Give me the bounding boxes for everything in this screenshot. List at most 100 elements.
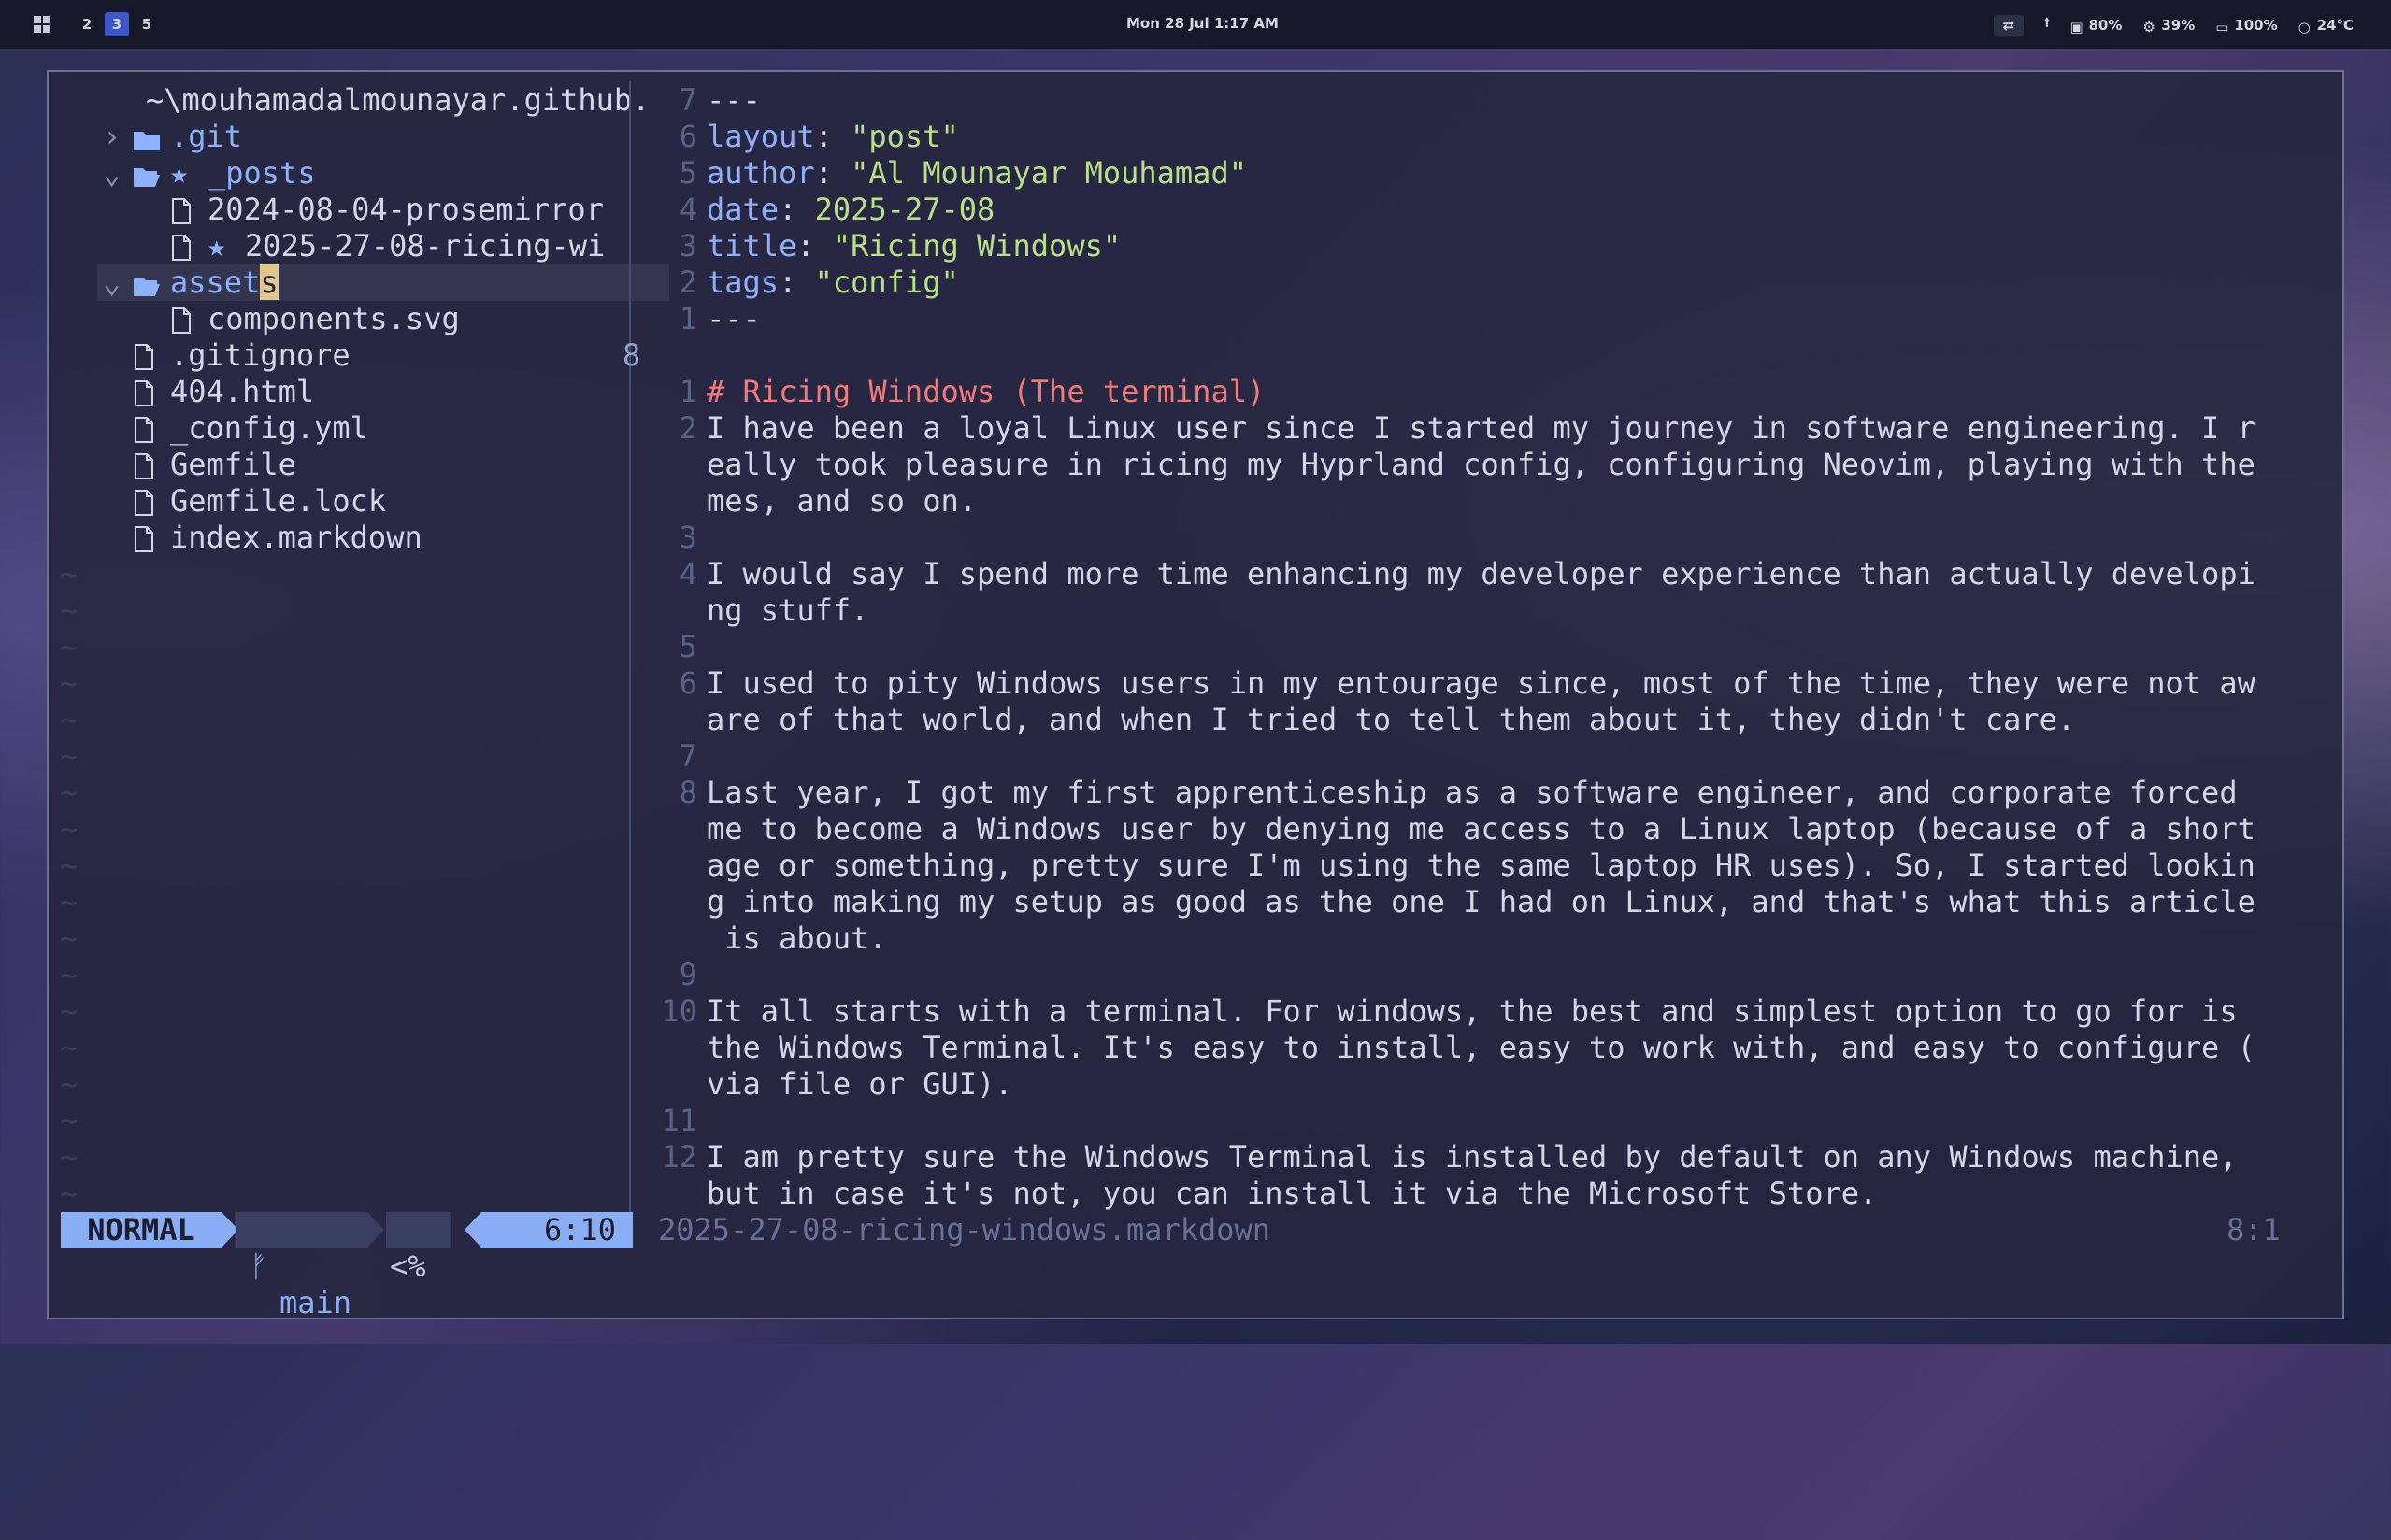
tree-item-label: index.markdown [170,520,422,556]
line-text: tags: "config" [707,264,959,301]
line-text: I would say I spend more time enhancing … [707,556,2255,592]
line-text: title: "Ricing Windows" [707,228,1121,264]
line-text: the Windows Terminal. It's easy to insta… [707,1030,2255,1066]
line-text: are of that world, and when I tried to t… [707,702,2075,738]
line-number: 4 [639,556,697,592]
line-text: layout: "post" [707,119,959,155]
tilde-marker: ~ [60,665,78,702]
line-number: 11 [639,1103,697,1139]
line-text: I have been a loyal Linux user since I s… [707,410,2255,447]
workspace-2[interactable]: 2 [75,12,99,36]
usb-icon[interactable]: ⭫ [2044,13,2049,36]
line-text: author: "Al Mounayar Mouhamad" [707,155,1247,192]
line-number: 6 [639,119,697,155]
chevron-down-icon[interactable]: ⌄ [103,264,121,301]
line-text: via file or GUI). [707,1066,1013,1103]
tilde-marker: ~ [60,993,78,1030]
chevron-down-icon[interactable]: ⌄ [103,155,121,192]
statusline: NORMAL ᚠ main <% 6:10 [61,1212,133,1248]
line-number: 7 [639,82,697,119]
terminal-window[interactable]: ~\mouhamadalmounayar.github. ›.git⌄★_pos… [47,70,2344,1319]
battery-indicator: ▭ 100% [2215,17,2277,34]
temperature-value: 24°C [2317,17,2354,34]
tilde-marker: ~ [60,556,78,592]
top-bar: 2 3 5 Mon 28 Jul 1:17 AM ⇄ ⭫ ▣ 80% ⚙ 39%… [0,0,2391,49]
line-text: is about. [707,920,887,957]
tree-item-label: 2025-27-08-ricing-wi [245,228,605,264]
chevron-right-icon[interactable]: › [103,119,121,155]
file-icon [133,343,155,379]
tree-root[interactable]: ~\mouhamadalmounayar.github. [146,82,650,119]
memory-icon: ⚙ [2142,19,2155,32]
tree-item-label: Gemfile.lock [170,483,386,520]
line-number: 5 [639,629,697,665]
line-text: --- [707,82,761,119]
line-number: 12 [639,1139,697,1176]
file-icon [170,197,193,234]
tree-item-label: _posts [208,155,316,192]
file-explorer: ~\mouhamadalmounayar.github. ›.git⌄★_pos… [97,82,669,264]
line-number: 7 [639,738,697,775]
mode-indicator: NORMAL [61,1212,222,1248]
tilde-marker: ~ [60,702,78,738]
cpu-value: 80% [2088,17,2122,34]
separator-arrow [465,1212,481,1248]
workspace-5[interactable]: 5 [135,12,159,36]
line-text: I used to pity Windows users in my entou… [707,665,2255,702]
file-icon [133,379,155,416]
line-number: 3 [639,228,697,264]
folder-icon [133,124,161,161]
tilde-marker: ~ [60,775,78,811]
windows-logo-icon[interactable] [34,16,50,33]
separator-arrow [367,1212,384,1248]
workspace-3[interactable]: 3 [105,12,129,36]
tree-item-label: 2024-08-04-prosemirror [208,192,604,228]
tilde-marker: ~ [60,1139,78,1176]
line-text: I am pretty sure the Windows Terminal is… [707,1139,2238,1176]
line-number: 5 [639,155,697,192]
cpu-indicator: ▣ 80% [2069,17,2122,34]
git-branch[interactable]: ᚠ main [236,1212,367,1248]
tree-folder[interactable]: ⌄ assets [97,264,669,301]
tilde-marker: ~ [60,884,78,920]
tilde-marker: ~ [60,811,78,848]
tilde-marker: ~ [60,957,78,993]
branch-name: main [279,1285,351,1321]
line-text: --- [707,301,761,337]
line-number: 6 [639,665,697,702]
tree-item-label: Gemfile [170,447,296,483]
git-branch-icon: ᚠ [250,1248,267,1285]
memory-indicator: ⚙ 39% [2142,17,2195,34]
tree-item-label: _config.yml [170,410,368,447]
clock: Mon 28 Jul 1:17 AM [1126,15,1279,32]
tilde-marker: ~ [60,920,78,957]
line-number: 8 [639,775,697,811]
line-number: 2 [639,410,697,447]
line-text: It all starts with a terminal. For windo… [707,993,2238,1030]
line-text: Last year, I got my first apprenticeship… [707,775,2238,811]
tilde-marker: ~ [60,629,78,665]
line-number: 10 [639,993,697,1030]
tree-item-label: .gitignore [170,337,351,374]
split-separator[interactable] [629,81,631,1218]
tree-item-label: components.svg [208,301,460,337]
temperature-icon: ○ [2298,19,2312,32]
scroll-percent: <% [386,1212,451,1248]
line-text: # Ricing Windows (The terminal) [707,374,1265,410]
system-tray: ⇄ ⭫ ▣ 80% ⚙ 39% ▭ 100% ○ 24°C [1994,13,2354,36]
line-text: eally took pleasure in ricing my Hyprlan… [707,447,2255,483]
line-number: 9 [639,957,697,993]
folder-open-icon [133,270,161,307]
tree-item-label: assets [170,264,279,301]
line-number: 3 [639,520,697,556]
tilde-marker: ~ [60,1066,78,1103]
line-text: age or something, pretty sure I'm using … [707,848,2255,884]
line-number: 4 [639,192,697,228]
tilde-marker: ~ [60,1103,78,1139]
tilde-marker: ~ [60,848,78,884]
cursor: s [260,264,278,300]
line-text: me to become a Windows user by denying m… [707,811,2255,848]
arrows-swap-icon[interactable]: ⇄ [1994,15,2025,36]
buffer-cursor-position: 8:1 [2226,1212,2281,1248]
line-text: but in case it's not, you can install it… [707,1176,1877,1212]
